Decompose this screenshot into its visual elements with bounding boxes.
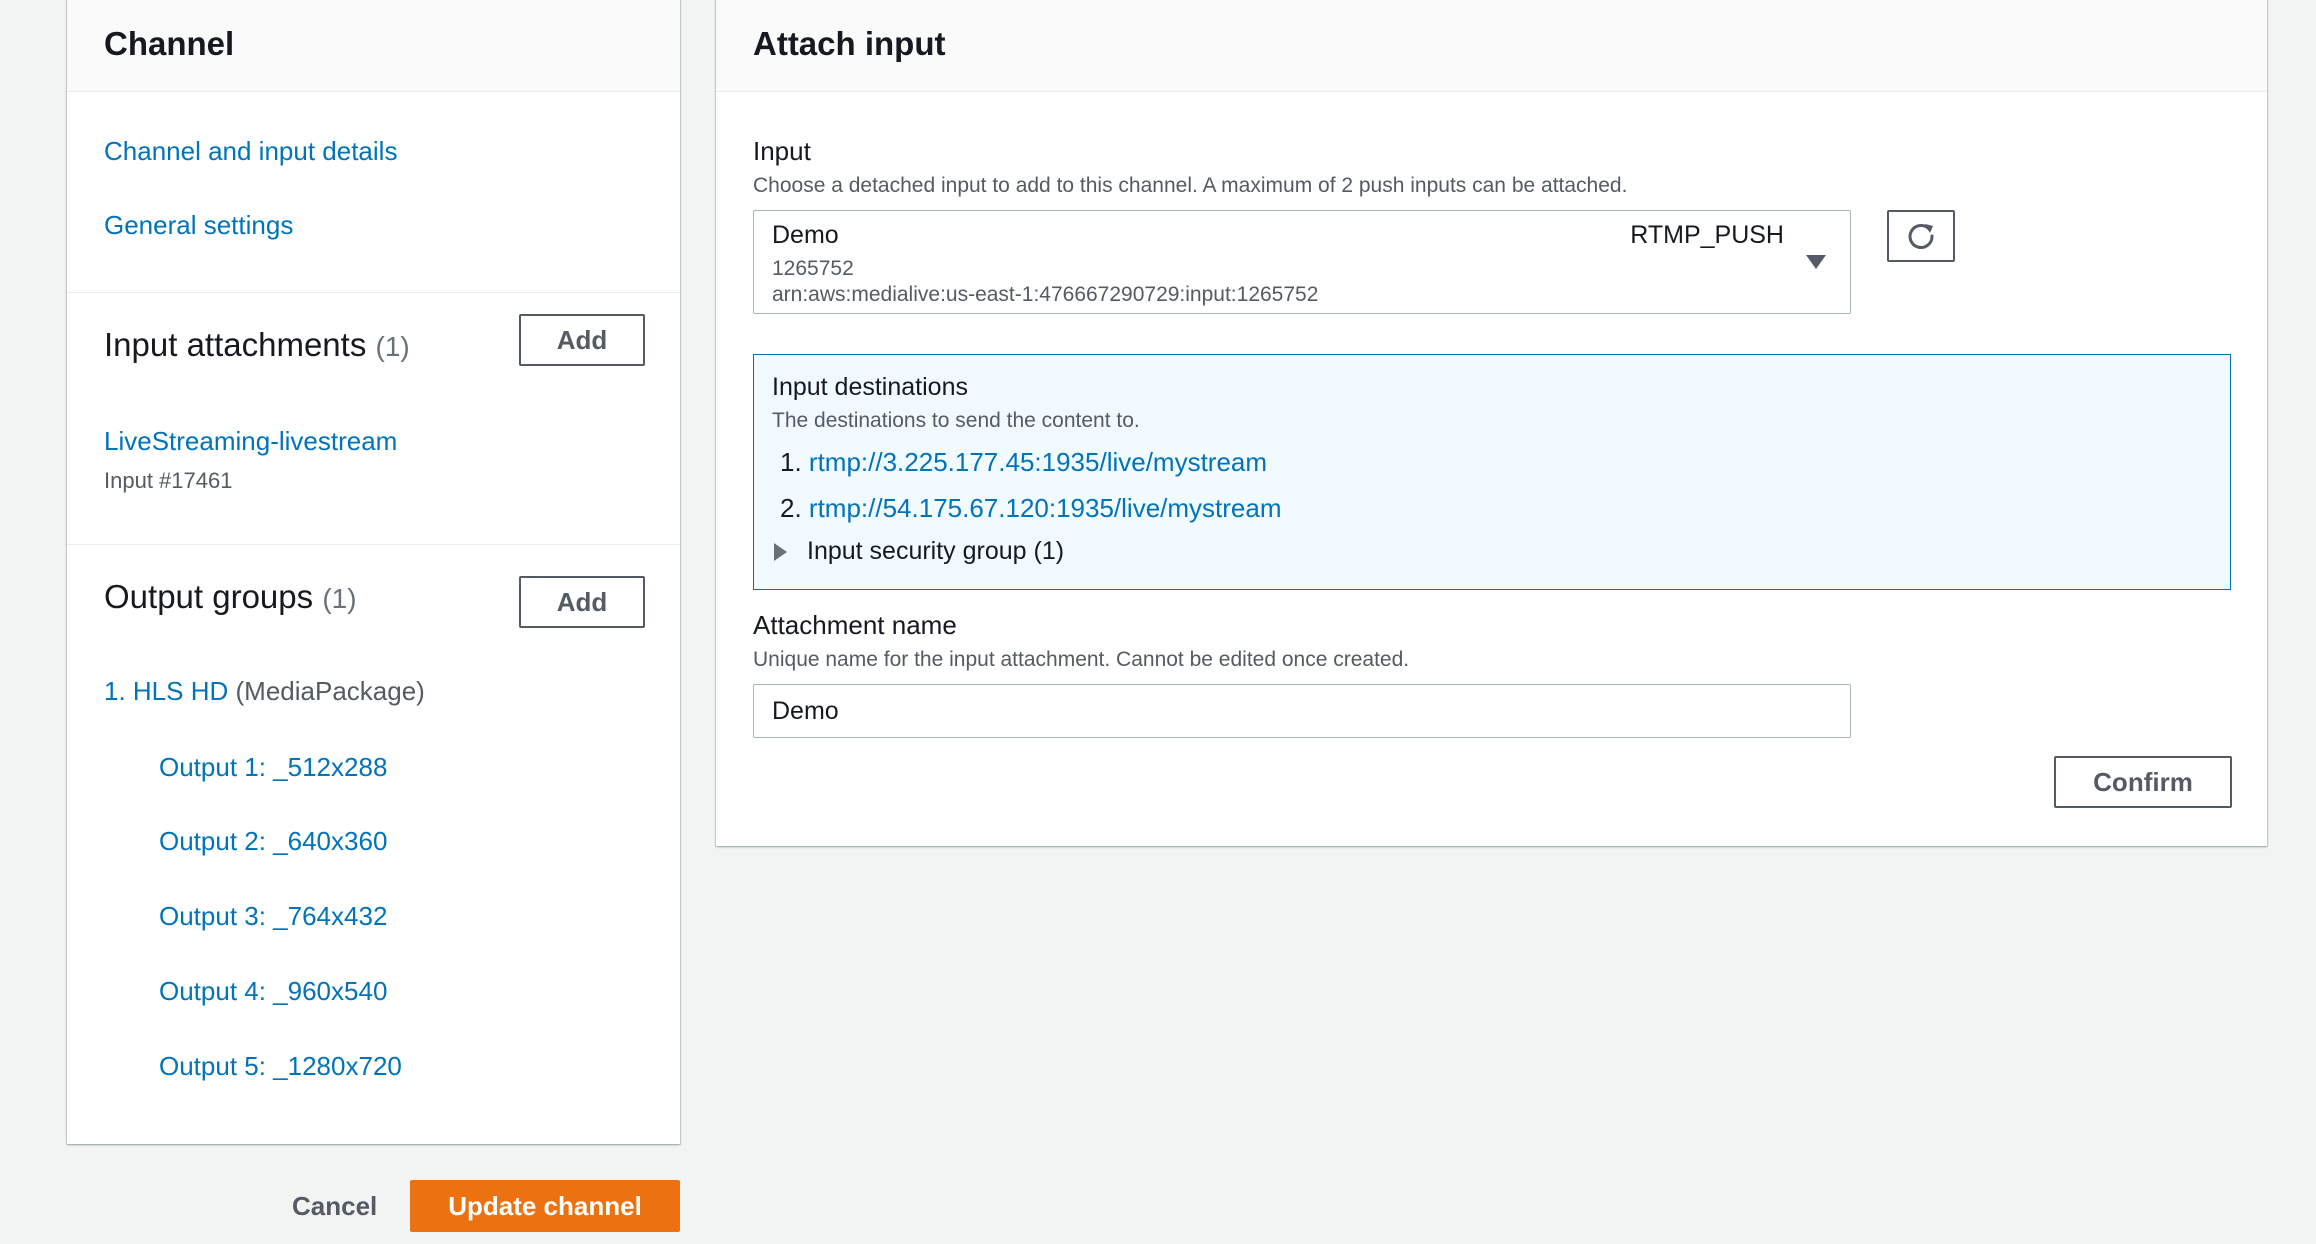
- output-link-4[interactable]: Output 4: _960x540: [159, 976, 387, 1007]
- output-link-3[interactable]: Output 3: _764x432: [159, 901, 387, 932]
- output-groups-title: Output groups: [104, 578, 314, 615]
- destination-url-link[interactable]: rtmp://54.175.67.120:1935/live/mystream: [809, 493, 1282, 523]
- destination-item: 2. rtmp://54.175.67.120:1935/live/mystre…: [780, 493, 1282, 524]
- input-field-description: Choose a detached input to add to this c…: [753, 174, 1628, 197]
- input-attachment-subtitle: Input #17461: [104, 468, 233, 493]
- add-input-attachment-button[interactable]: Add: [519, 314, 645, 366]
- input-destinations-description: The destinations to send the content to.: [772, 409, 1140, 432]
- input-attachment-link[interactable]: LiveStreaming-livestream: [104, 426, 397, 457]
- output-groups-heading: Output groups (1): [104, 578, 357, 616]
- output-link-1[interactable]: Output 1: _512x288: [159, 752, 387, 783]
- attachment-name-description: Unique name for the input attachment. Ca…: [753, 648, 1410, 671]
- input-select[interactable]: Demo 1265752 arn:aws:medialive:us-east-1…: [753, 210, 1851, 314]
- output-link-2[interactable]: Output 2: _640x360: [159, 826, 387, 857]
- attachment-name-input[interactable]: [753, 684, 1851, 738]
- destination-url-link[interactable]: rtmp://3.225.177.45:1935/live/mystream: [809, 447, 1267, 477]
- add-output-group-button[interactable]: Add: [519, 576, 645, 628]
- nav-link-general-settings[interactable]: General settings: [104, 210, 293, 241]
- refresh-inputs-button[interactable]: [1887, 210, 1955, 262]
- output-groups-count: (1): [322, 583, 357, 614]
- update-channel-button[interactable]: Update channel: [410, 1180, 680, 1232]
- attach-input-title: Attach input: [753, 24, 946, 62]
- input-destinations-title: Input destinations: [772, 373, 968, 401]
- destination-number: 2.: [780, 493, 802, 523]
- caret-down-icon: [1806, 255, 1826, 269]
- section-divider: [67, 292, 680, 293]
- output-group-link[interactable]: 1. HLS HD: [104, 676, 228, 706]
- input-security-group-label: Input security group (1): [807, 537, 1065, 565]
- selected-input-arn: arn:aws:medialive:us-east-1:476667290729…: [772, 283, 1319, 306]
- attachment-name-label: Attachment name: [753, 610, 957, 640]
- input-destinations-box: Input destinations The destinations to s…: [753, 354, 2231, 590]
- output-group-type: (MediaPackage): [235, 676, 425, 706]
- channel-panel-header: Channel: [67, 0, 680, 92]
- selected-input-type: RTMP_PUSH: [1630, 221, 1784, 249]
- cancel-button[interactable]: Cancel: [270, 1180, 399, 1232]
- input-attachments-title: Input attachments: [104, 326, 367, 363]
- attach-input-panel: Attach input Input Choose a detached inp…: [716, 0, 2267, 846]
- channel-panel: Channel Channel and input details Genera…: [67, 0, 680, 1144]
- input-security-group-expander[interactable]: Input security group (1): [774, 537, 1064, 566]
- caret-right-icon: [774, 542, 787, 561]
- output-group-item[interactable]: 1. HLS HD (MediaPackage): [104, 676, 425, 707]
- nav-link-channel-and-input-details[interactable]: Channel and input details: [104, 136, 397, 167]
- input-attachments-heading: Input attachments (1): [104, 326, 410, 364]
- destination-number: 1.: [780, 447, 802, 477]
- confirm-button[interactable]: Confirm: [2054, 756, 2232, 808]
- selected-input-name: Demo: [772, 221, 839, 249]
- refresh-icon: [1908, 224, 1934, 249]
- input-attachments-count: (1): [375, 331, 410, 362]
- channel-panel-title: Channel: [104, 24, 235, 62]
- output-link-5[interactable]: Output 5: _1280x720: [159, 1051, 402, 1082]
- input-field-label: Input: [753, 136, 811, 166]
- selected-input-id: 1265752: [772, 257, 854, 280]
- attach-input-header: Attach input: [716, 0, 2267, 92]
- section-divider: [67, 544, 680, 545]
- destination-item: 1. rtmp://3.225.177.45:1935/live/mystrea…: [780, 447, 1267, 478]
